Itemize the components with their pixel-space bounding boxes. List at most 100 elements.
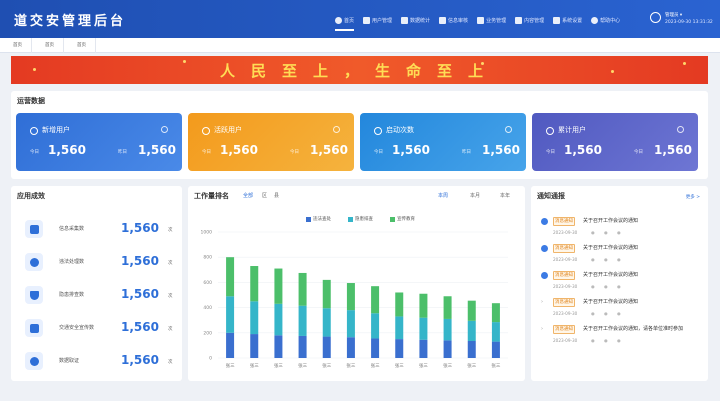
bar-segment-1[interactable] bbox=[298, 335, 307, 358]
scope-tab-all[interactable]: 全部 bbox=[243, 192, 253, 199]
bar-segment-1[interactable] bbox=[395, 339, 404, 358]
bar-segment-2[interactable] bbox=[467, 320, 476, 341]
nav-item-review[interactable]: 信息审核 bbox=[439, 12, 468, 28]
scope-tab-county[interactable]: 县 bbox=[274, 192, 279, 199]
x-tick-label: 张三 bbox=[274, 362, 283, 369]
bar-segment-1[interactable] bbox=[250, 334, 259, 358]
bar-segment-3[interactable] bbox=[226, 257, 235, 297]
bar-segment-1[interactable] bbox=[274, 335, 283, 358]
bar-segment-1[interactable] bbox=[346, 337, 355, 358]
notice-item[interactable]: › 消息通知 关于召开工作会议的通知，请各单位准时参加 2023-09-30 ●… bbox=[539, 324, 691, 350]
bar-segment-3[interactable] bbox=[395, 292, 404, 317]
bar-segment-3[interactable] bbox=[467, 300, 476, 321]
notice-time: 2023-09-30 bbox=[553, 338, 578, 343]
legend-item: 宣传教育 bbox=[390, 216, 415, 222]
bar-segment-2[interactable] bbox=[491, 322, 500, 342]
page-tab[interactable]: 首页 bbox=[68, 38, 96, 53]
notice-tag: 消息通知 bbox=[553, 217, 575, 226]
current-time: 2023-09-30 13:31:32 bbox=[665, 20, 713, 25]
legend-swatch bbox=[348, 216, 353, 222]
stat-card-new-users[interactable]: 新增用户 今日 1,560 昨日 1,560 bbox=[16, 113, 182, 171]
bar-segment-1[interactable] bbox=[226, 332, 235, 358]
bar-segment-1[interactable] bbox=[419, 339, 428, 358]
launch-icon bbox=[374, 127, 382, 135]
effect-row[interactable]: 隐患排查数 1,560 次 bbox=[17, 280, 180, 310]
bar-segment-1[interactable] bbox=[322, 336, 331, 358]
x-tick-label: 张三 bbox=[226, 362, 235, 369]
notice-tag: 消息通知 bbox=[553, 325, 575, 334]
bar-segment-2[interactable] bbox=[371, 313, 380, 339]
bar-segment-2[interactable] bbox=[443, 318, 452, 341]
notice-item[interactable]: 消息通知 关于召开工作会议的通知 2023-09-30 ● ● ● bbox=[539, 243, 691, 269]
camera-icon bbox=[25, 352, 43, 370]
bar-segment-3[interactable] bbox=[250, 266, 259, 302]
bar-segment-2[interactable] bbox=[346, 310, 355, 338]
period-tab-year[interactable]: 本年 bbox=[500, 192, 510, 199]
period-tab-week[interactable]: 本周 bbox=[438, 192, 448, 199]
bar-segment-3[interactable] bbox=[491, 303, 500, 323]
chevron-right-icon: › bbox=[541, 299, 543, 305]
nav-item-users[interactable]: 用户管理 bbox=[363, 12, 392, 28]
bar-segment-1[interactable] bbox=[443, 340, 452, 358]
page-tabs-bar: 首页 首页 首页 bbox=[0, 38, 720, 53]
bar-segment-2[interactable] bbox=[322, 308, 331, 337]
y-tick-label: 200 bbox=[203, 330, 212, 336]
bar-segment-3[interactable] bbox=[443, 296, 452, 319]
nav-item-business[interactable]: 业务管理 bbox=[477, 12, 506, 28]
effect-row[interactable]: 信息采集数 1,560 次 bbox=[17, 214, 180, 244]
bar-segment-2[interactable] bbox=[250, 301, 259, 335]
effect-row[interactable]: 交通安全宣传数 1,560 次 bbox=[17, 313, 180, 343]
stat-card-total-users[interactable]: 累计用户 今日 1,560 今日 1,560 bbox=[532, 113, 698, 171]
stat-card-launches[interactable]: 启动次数 今日 1,560 昨日 1,560 bbox=[360, 113, 526, 171]
scope-tab-district[interactable]: 区 bbox=[262, 192, 267, 199]
x-tick-label: 张三 bbox=[371, 362, 380, 369]
operations-panel: 运营数据 新增用户 今日 1,560 昨日 1,560 活跃用户 今日 1,56… bbox=[11, 91, 708, 179]
bar-segment-2[interactable] bbox=[298, 305, 307, 336]
briefcase-icon bbox=[477, 16, 485, 24]
bar-segment-2[interactable] bbox=[226, 296, 235, 333]
notice-item[interactable]: › 消息通知 关于召开工作会议的通知 2023-09-30 ● ● ● bbox=[539, 297, 691, 323]
page-tab[interactable]: 首页 bbox=[4, 38, 32, 53]
shield-icon bbox=[25, 286, 43, 304]
home-icon bbox=[335, 16, 342, 24]
nav-item-content[interactable]: 内容管理 bbox=[515, 12, 544, 28]
user-name: 管理员 ▾ bbox=[665, 13, 683, 18]
bar-segment-2[interactable] bbox=[395, 316, 404, 340]
nav-item-help[interactable]: 帮助中心 bbox=[591, 12, 620, 28]
effect-row[interactable]: 违法处理数 1,560 次 bbox=[17, 247, 180, 277]
x-tick-label: 张三 bbox=[491, 362, 500, 369]
notice-time: 2023-09-30 bbox=[553, 257, 578, 262]
user-menu[interactable]: 管理员 ▾ 2023-09-30 13:31:32 bbox=[650, 8, 716, 30]
period-tab-month[interactable]: 本月 bbox=[470, 192, 480, 199]
user-active-icon bbox=[202, 127, 210, 135]
workload-bar-chart: 0 200 400 600 800 1000 张三 张三 张三 张三 张三 张三 张三 张三 张三 张三 张三 张… bbox=[201, 230, 508, 369]
page-tab[interactable]: 首页 bbox=[36, 38, 64, 53]
notice-item[interactable]: 消息通知 关于召开工作会议的通知 2023-09-30 ● ● ● bbox=[539, 270, 691, 296]
stat-card-active-users[interactable]: 活跃用户 今日 1,560 今日 1,560 bbox=[188, 113, 354, 171]
banner-slogan: 人民至上，生命至上 bbox=[219, 62, 499, 80]
bar-segment-1[interactable] bbox=[491, 341, 500, 358]
bar-segment-3[interactable] bbox=[419, 293, 428, 318]
y-tick-label: 600 bbox=[203, 280, 212, 286]
bar-segment-2[interactable] bbox=[274, 303, 283, 336]
more-link[interactable]: 更多 > bbox=[686, 194, 700, 200]
nav-item-settings[interactable]: 系统设置 bbox=[553, 12, 582, 28]
legend-swatch bbox=[390, 216, 395, 222]
bar-segment-1[interactable] bbox=[371, 338, 380, 358]
more-icon: ● ● ● bbox=[591, 257, 625, 262]
effect-row[interactable]: 数据取证 1,560 次 bbox=[17, 346, 180, 376]
bar-segment-3[interactable] bbox=[371, 286, 380, 314]
notice-dot-icon bbox=[541, 245, 548, 252]
bar-segment-3[interactable] bbox=[346, 283, 355, 311]
x-tick-label: 张三 bbox=[250, 362, 259, 369]
y-tick-label: 800 bbox=[203, 255, 212, 261]
bar-segment-1[interactable] bbox=[467, 340, 476, 358]
bar-segment-3[interactable] bbox=[298, 272, 307, 306]
bar-segment-3[interactable] bbox=[322, 279, 331, 309]
notice-item[interactable]: 消息通知 关于召开工作会议的通知 2023-09-30 ● ● ● bbox=[539, 216, 691, 242]
nav-item-home[interactable]: 首页 bbox=[335, 12, 355, 31]
nav-item-statistics[interactable]: 数据统计 bbox=[401, 12, 430, 28]
bar-segment-2[interactable] bbox=[419, 317, 428, 340]
notice-time: 2023-09-30 bbox=[553, 311, 578, 316]
bar-segment-3[interactable] bbox=[274, 268, 283, 304]
